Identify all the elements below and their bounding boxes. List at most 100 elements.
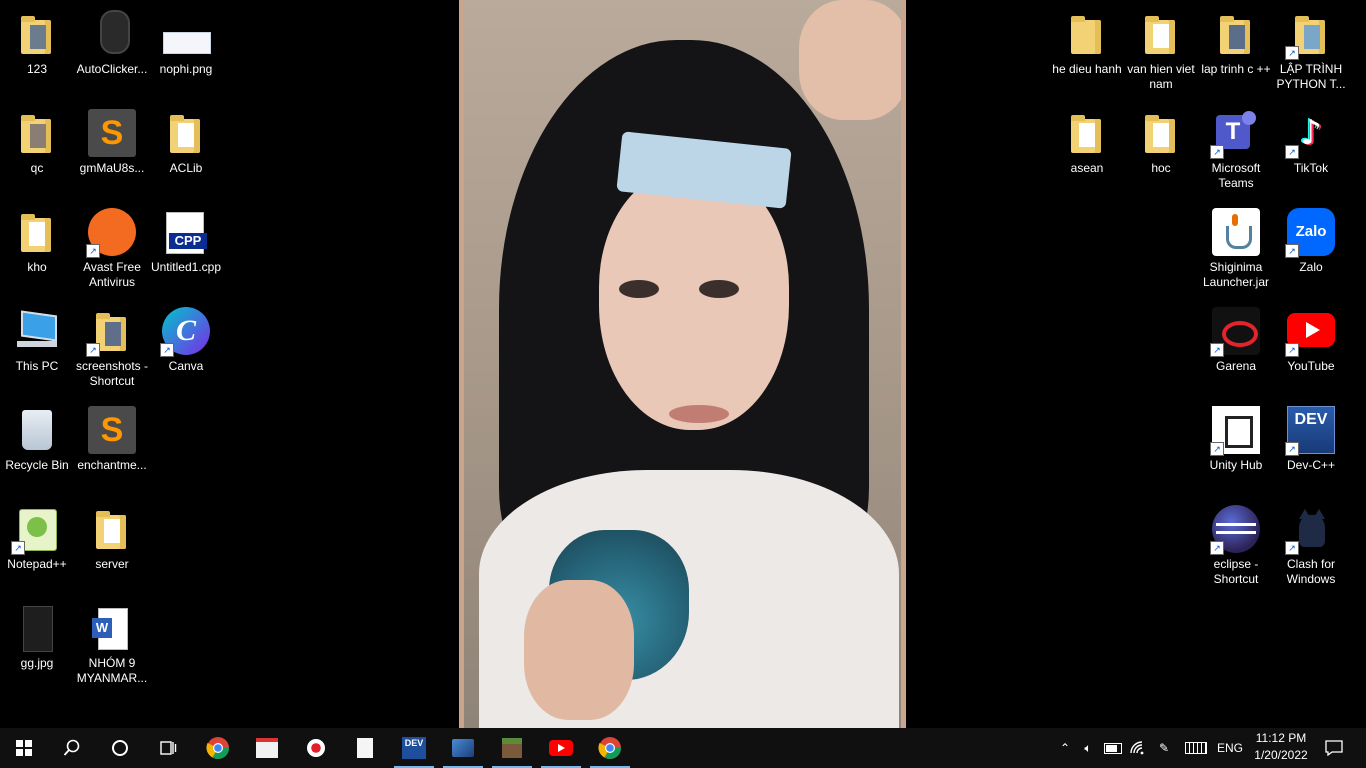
desktop-icon-gmmau8s[interactable]: S gmMaU8s... [75, 103, 149, 176]
shortcut-arrow-icon: ↗ [1285, 145, 1299, 159]
desktop-icon-this-pc[interactable]: This PC [0, 301, 74, 374]
desktop-icon-aclib[interactable]: ACLib [149, 103, 223, 176]
network-button[interactable] [1127, 728, 1149, 768]
folder-icon [21, 115, 51, 153]
search-icon [63, 739, 80, 756]
chrome-icon [598, 737, 621, 759]
desktop-icon-gg-jpg[interactable]: gg.jpg [0, 598, 74, 671]
icon-label: Unity Hub [1209, 458, 1263, 472]
folder-icon [1220, 16, 1250, 54]
cortana-button[interactable] [96, 728, 144, 768]
icon-label: TikTok [1293, 161, 1329, 175]
task-view-button[interactable] [144, 728, 192, 768]
desktop-icon-garena[interactable]: ↗ Garena [1199, 301, 1273, 374]
sublime-icon: S [88, 406, 136, 454]
shortcut-arrow-icon: ↗ [160, 343, 174, 357]
action-center-button[interactable] [1318, 728, 1350, 768]
shortcut-arrow-icon: ↗ [86, 244, 100, 258]
desktop-icon-tiktok[interactable]: ♪ ↗ TikTok [1274, 103, 1348, 176]
language-label: ENG [1216, 741, 1243, 755]
icon-label: Notepad++ [7, 557, 67, 571]
desktop-icon-youtube[interactable]: ↗ YouTube [1274, 301, 1348, 374]
desktop-icon-123[interactable]: 123 [0, 4, 74, 77]
desktop-icon-microsoft-teams[interactable]: T ↗ Microsoft Teams [1199, 103, 1273, 191]
taskbar: DEV ⌃ 🔈︎ ✎ ENG 11:12 PM 1/20/2022 [0, 728, 1366, 768]
icon-label: Dev-C++ [1286, 458, 1336, 472]
cpp-file-icon: CPP [166, 212, 207, 254]
desktop-icon-canva[interactable]: C ↗ Canva [149, 301, 223, 374]
app-icon [256, 738, 278, 758]
folder-icon [96, 313, 126, 351]
clock-date: 1/20/2022 [1254, 748, 1308, 762]
clock[interactable]: 11:12 PM 1/20/2022 [1248, 730, 1314, 764]
network-app-taskbar-button[interactable] [439, 728, 487, 768]
shortcut-arrow-icon: ↗ [1210, 442, 1224, 456]
desktop-icon-unity-hub[interactable]: ↗ Unity Hub [1199, 400, 1273, 473]
start-button[interactable] [0, 728, 48, 768]
devcpp-taskbar-button[interactable]: DEV [390, 728, 438, 768]
icon-label: eclipse - Shortcut [1213, 557, 1259, 586]
icon-label: Canva [168, 359, 204, 373]
show-hidden-icons-button[interactable]: ⌃ [1054, 728, 1076, 768]
computer-icon [21, 310, 57, 342]
icon-label: kho [27, 260, 47, 274]
icon-label: Avast Free Antivirus [83, 260, 141, 289]
youtube-icon [549, 740, 573, 756]
desktop-icon-avast[interactable]: ↗ Avast Free Antivirus [75, 202, 149, 290]
chrome-taskbar-button[interactable] [194, 728, 242, 768]
desktop-icon-he-dieu-hanh[interactable]: he dieu hanh [1050, 4, 1124, 77]
shortcut-arrow-icon: ↗ [1210, 343, 1224, 357]
desktop-icon-dev-cpp[interactable]: DEV ↗ Dev-C++ [1274, 400, 1348, 473]
desktop-icon-kho[interactable]: kho [0, 202, 74, 275]
touch-keyboard-button[interactable] [1181, 728, 1211, 768]
desktop-icon-recycle-bin[interactable]: Recycle Bin [0, 400, 74, 473]
icon-label: Clash for Windows [1286, 557, 1336, 586]
icon-label: server [95, 557, 129, 571]
app-taskbar-button[interactable] [243, 728, 291, 768]
shortcut-arrow-icon: ↗ [1285, 343, 1299, 357]
pen-workspace-button[interactable]: ✎ [1152, 728, 1176, 768]
folder-icon [1071, 16, 1101, 54]
network-app-icon [452, 739, 474, 757]
recorder-taskbar-button[interactable] [292, 728, 340, 768]
youtube-taskbar-button[interactable] [537, 728, 585, 768]
desktop-icon-screenshots-shortcut[interactable]: ↗ screenshots - Shortcut [75, 301, 149, 389]
search-button[interactable] [48, 728, 96, 768]
shortcut-arrow-icon: ↗ [86, 343, 100, 357]
file-taskbar-button[interactable] [341, 728, 389, 768]
battery-button[interactable] [1101, 728, 1125, 768]
icon-label: gg.jpg [20, 656, 54, 670]
icon-label: YouTube [1287, 359, 1335, 373]
volume-button[interactable]: 🔈︎ [1077, 728, 1099, 768]
chevron-up-icon: ⌃ [1059, 741, 1071, 755]
desktop-icon-server[interactable]: server [75, 499, 149, 572]
desktop-icon-van-hien-viet-nam[interactable]: van hien viet nam [1124, 4, 1198, 92]
desktop-icon-hoc[interactable]: hoc [1124, 103, 1198, 176]
desktop-icon-clash-for-windows[interactable]: ↗ Clash for Windows [1274, 499, 1348, 587]
icon-label: he dieu hanh [1052, 62, 1122, 76]
icon-label: lap trinh c ++ [1201, 62, 1271, 76]
language-button[interactable]: ENG [1214, 728, 1246, 768]
desktop-icon-nophi[interactable]: nophi.png [149, 4, 223, 77]
desktop-icon-autoclicker[interactable]: AutoClicker... [75, 4, 149, 77]
battery-icon [1104, 742, 1122, 754]
icon-label: AutoClicker... [76, 62, 148, 76]
minecraft-taskbar-button[interactable] [488, 728, 536, 768]
desktop-icon-nhom9-myanmar[interactable]: W NHÓM 9 MYANMAR... [75, 598, 149, 686]
chrome-icon [206, 737, 229, 759]
desktop-icon-eclipse-shortcut[interactable]: ↗ eclipse - Shortcut [1199, 499, 1273, 587]
desktop-icon-zalo[interactable]: Zalo ↗ Zalo [1274, 202, 1348, 275]
devcpp-icon: DEV [402, 737, 426, 759]
folder-icon [96, 511, 126, 549]
folder-icon [170, 115, 200, 153]
desktop-icon-lap-trinh-python[interactable]: ↗ LẬP TRÌNH PYTHON T... [1274, 4, 1348, 92]
desktop-icon-lap-trinh-c[interactable]: lap trinh c ++ [1199, 4, 1273, 77]
desktop-icon-asean[interactable]: asean [1050, 103, 1124, 176]
icon-label: asean [1070, 161, 1104, 175]
desktop-icon-qc[interactable]: qc [0, 103, 74, 176]
desktop-icon-shiginima-launcher[interactable]: Shiginima Launcher.jar [1199, 202, 1273, 290]
desktop-icon-enchantme[interactable]: S enchantme... [75, 400, 149, 473]
desktop-icon-untitled1-cpp[interactable]: CPP Untitled1.cpp [149, 202, 223, 275]
chrome-profile-taskbar-button[interactable] [586, 728, 634, 768]
desktop-icon-notepadpp[interactable]: ↗ Notepad++ [0, 499, 74, 572]
